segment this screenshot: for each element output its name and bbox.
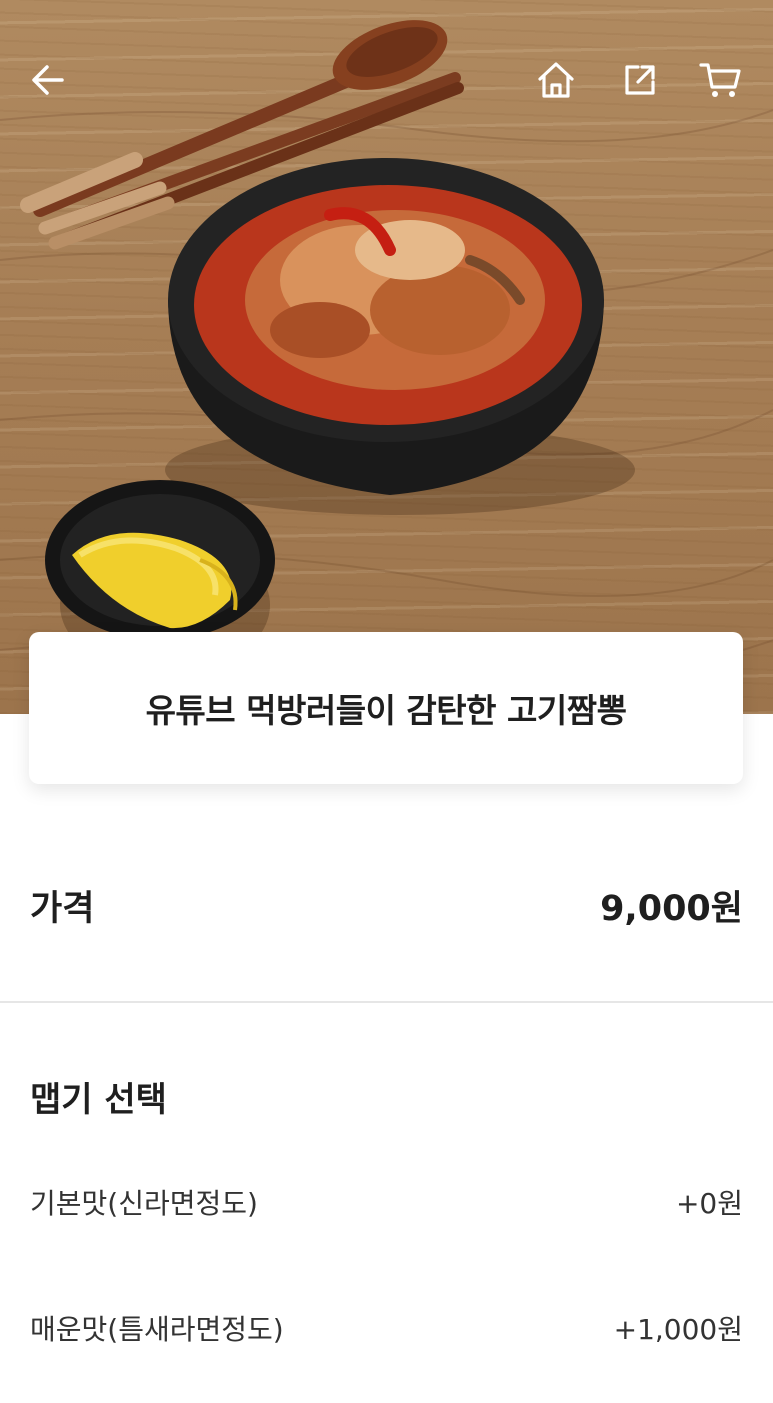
- cart-icon: [699, 63, 741, 97]
- price-value: 9,000원: [600, 888, 743, 929]
- product-title: 유튜브 먹방러들이 감탄한 고기짬뽕: [145, 691, 627, 730]
- spice-section-title: 맵기 선택: [30, 1080, 167, 1120]
- spice-option-spicy[interactable]: 매운맛(틈새라면정도) +1,000원: [30, 1298, 743, 1358]
- home-button[interactable]: [528, 48, 584, 112]
- spice-option-price: +0원: [675, 1187, 743, 1220]
- spice-option-price: +1,000원: [613, 1313, 743, 1346]
- section-divider: [0, 1001, 773, 1003]
- share-icon: [625, 65, 655, 95]
- spice-option-name: 매운맛(틈새라면정도): [30, 1313, 284, 1346]
- spice-option-name: 기본맛(신라면정도): [30, 1187, 258, 1220]
- product-title-card: 유튜브 먹방러들이 감탄한 고기짬뽕: [29, 632, 743, 784]
- price-row: 가격 9,000원: [30, 870, 743, 940]
- spice-option-basic[interactable]: 기본맛(신라면정도) +0원: [30, 1172, 743, 1232]
- price-label: 가격: [30, 888, 95, 929]
- share-button[interactable]: [612, 48, 668, 112]
- top-bar: [0, 48, 773, 112]
- cart-button[interactable]: [692, 48, 748, 112]
- product-hero-image: [0, 0, 773, 714]
- back-button[interactable]: [20, 48, 76, 112]
- home-icon: [538, 62, 574, 98]
- arrow-left-icon: [32, 65, 64, 95]
